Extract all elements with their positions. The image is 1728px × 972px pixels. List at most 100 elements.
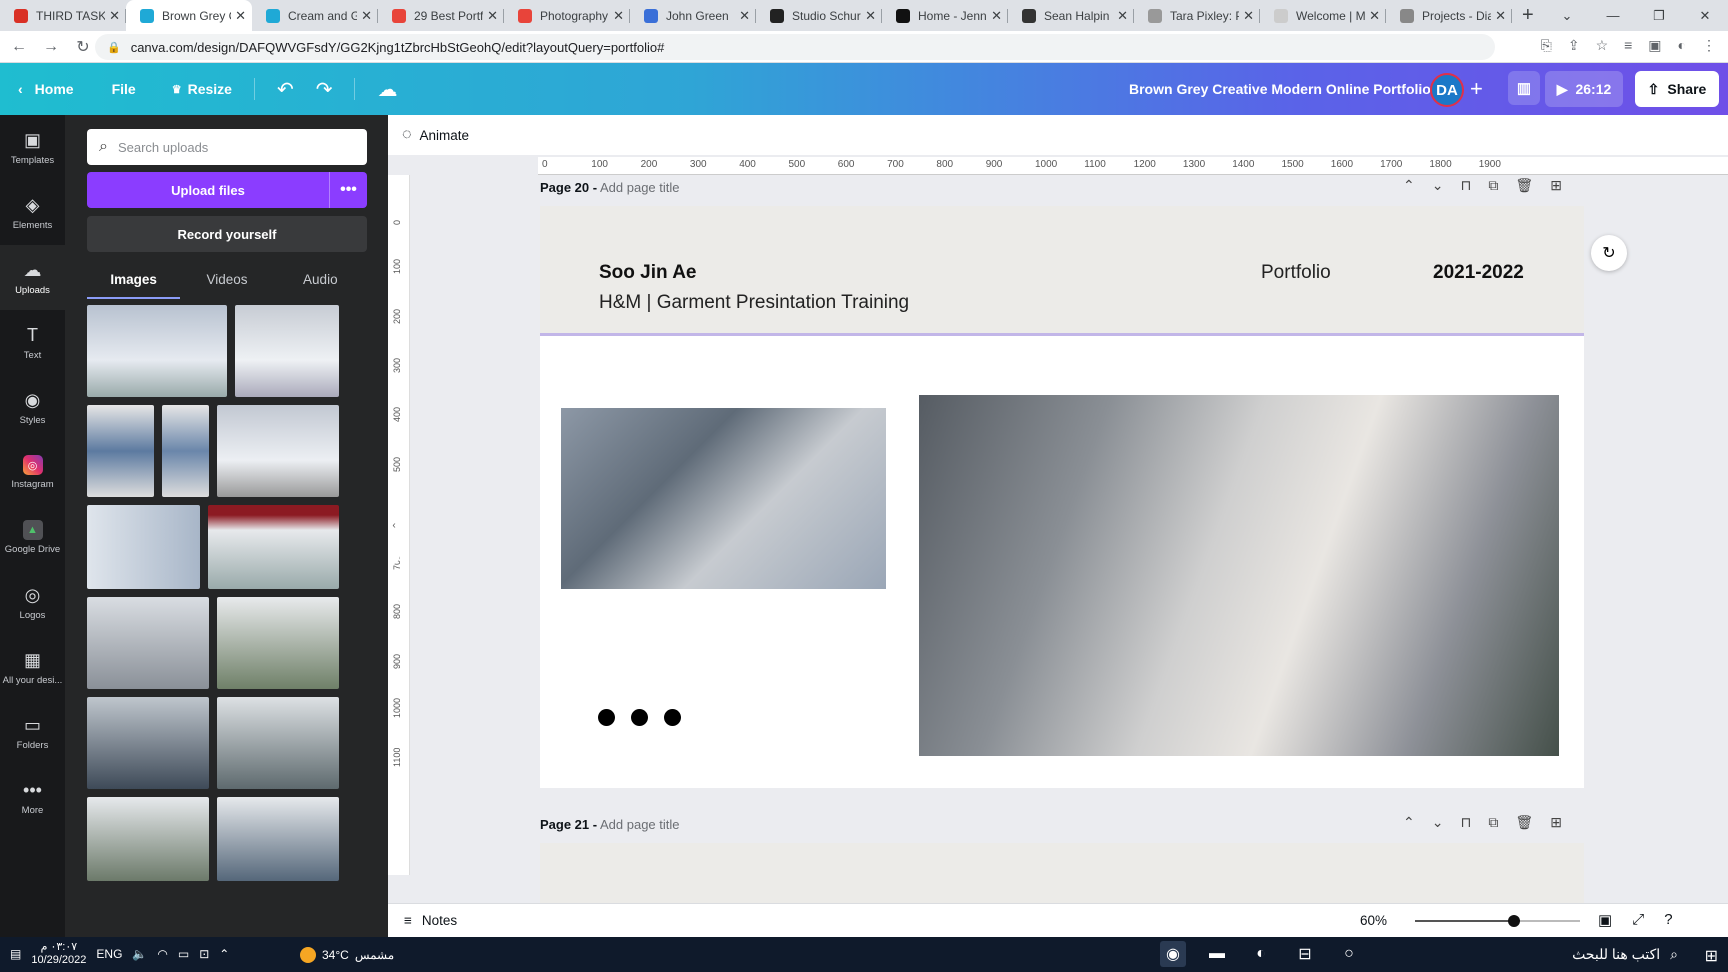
insights-icon[interactable]: ▥ <box>1508 71 1540 105</box>
rail-item-templates[interactable]: ▣ Templates <box>0 115 65 180</box>
browser-tab[interactable]: 29 Best Portf ✕ <box>378 0 504 31</box>
rail-item-text[interactable]: T Text <box>0 310 65 375</box>
delete-page-icon[interactable]: 🗑 <box>1515 814 1533 831</box>
close-tab-icon[interactable]: ✕ <box>865 8 876 24</box>
upload-thumbnail[interactable] <box>87 597 209 689</box>
browser-tab[interactable]: Brown Grey C ✕ <box>126 0 252 31</box>
browser-tab[interactable]: Sean Halpin ✕ <box>1008 0 1134 31</box>
close-tab-icon[interactable]: ✕ <box>991 8 1002 24</box>
new-tab-button[interactable]: + <box>1512 0 1544 31</box>
design-page-20[interactable]: Soo Jin Ae H&M | Garment Presintation Tr… <box>540 206 1584 788</box>
upload-thumbnail[interactable] <box>87 697 209 789</box>
training-photo[interactable] <box>561 408 886 589</box>
redo-icon[interactable]: ↷ <box>316 77 333 102</box>
chevron-up-icon[interactable]: ⌃ <box>219 947 229 961</box>
more-options-icon[interactable]: ••• <box>329 172 367 208</box>
notes-icon[interactable]: ≡ <box>404 913 412 928</box>
move-down-icon[interactable]: ⌄ <box>1432 814 1444 831</box>
rail-item-logos[interactable]: ◎ Logos <box>0 570 65 635</box>
reload-icon[interactable]: ↻ <box>70 37 96 57</box>
mannequins-photo[interactable] <box>919 395 1559 756</box>
upload-thumbnail[interactable] <box>162 405 209 497</box>
page-title-field[interactable]: Add page title <box>600 180 680 195</box>
task-view-icon[interactable]: ⊟ <box>1292 941 1318 967</box>
rail-item-styles[interactable]: ◉ Styles <box>0 375 65 440</box>
taskbar-search[interactable]: اكتب هنا للبحث ⌕ <box>1440 937 1728 972</box>
close-window-button[interactable]: ✕ <box>1682 8 1728 24</box>
upload-thumbnail[interactable] <box>217 405 339 497</box>
upload-thumbnail[interactable] <box>235 305 339 397</box>
close-tab-icon[interactable]: ✕ <box>1495 8 1506 24</box>
design-title[interactable]: Brown Grey Creative Modern Online Portfo… <box>1129 81 1431 97</box>
duplicate-page-icon[interactable]: ⧉ <box>1488 177 1498 194</box>
upload-thumbnail[interactable] <box>87 797 209 881</box>
rail-item-uploads[interactable]: ☁ Uploads <box>0 245 65 310</box>
rail-item-elements[interactable]: ◈ Elements <box>0 180 65 245</box>
browser-tab[interactable]: Studio Schurk ✕ <box>756 0 882 31</box>
lock-page-icon[interactable]: ⊓ <box>1460 177 1471 194</box>
zoom-slider-knob[interactable] <box>1508 915 1520 927</box>
upload-thumbnail[interactable] <box>217 697 339 789</box>
lock-page-icon[interactable]: ⊓ <box>1460 814 1471 831</box>
windows-start-icon[interactable]: ⊞ <box>1705 946 1718 966</box>
weather-widget[interactable]: 34°C مشمس <box>300 947 394 963</box>
close-tab-icon[interactable]: ✕ <box>487 8 498 24</box>
rail-item-instagram[interactable]: ◎ Instagram <box>0 440 65 505</box>
cortana-icon[interactable]: ○ <box>1336 941 1362 967</box>
rail-item-more[interactable]: ••• More <box>0 765 65 830</box>
file-explorer-icon[interactable]: ▬ <box>1204 941 1230 967</box>
browser-tab[interactable]: Tara Pixley: P ✕ <box>1134 0 1260 31</box>
notes-button[interactable]: Notes <box>422 913 457 928</box>
move-up-icon[interactable]: ⌃ <box>1403 814 1415 831</box>
years-label[interactable]: 2021-2022 <box>1433 262 1524 284</box>
cloud-saved-icon[interactable]: ☁ <box>377 77 397 102</box>
network-icon[interactable]: ⊡ <box>199 947 209 961</box>
search-input[interactable]: ⌕ Search uploads <box>87 129 367 165</box>
close-tab-icon[interactable]: ✕ <box>1243 8 1254 24</box>
clock[interactable]: ٠٣:٠٧ م 10/29/2022 <box>31 941 86 967</box>
page-grid-icon[interactable]: ▣ <box>1598 911 1612 929</box>
undo-icon[interactable]: ↶ <box>277 77 294 102</box>
move-up-icon[interactable]: ⌃ <box>1403 177 1415 194</box>
resize-button[interactable]: ♛ Resize <box>172 81 232 97</box>
tab-images[interactable]: Images <box>87 265 181 299</box>
add-page-icon[interactable]: ⊞ <box>1550 177 1562 194</box>
upload-thumbnail[interactable] <box>208 505 339 589</box>
rail-item-all-your-desi[interactable]: ▦ All your desi... <box>0 635 65 700</box>
upload-thumbnail[interactable] <box>217 597 339 689</box>
forward-icon[interactable]: → <box>38 38 64 56</box>
add-page-icon[interactable]: ⊞ <box>1550 814 1562 831</box>
browser-tab[interactable]: THIRD TASK ✕ <box>0 0 126 31</box>
minimize-button[interactable]: — <box>1590 8 1636 23</box>
browser-tab[interactable]: Home - Jenn ✕ <box>882 0 1008 31</box>
present-button[interactable]: ▶ 26:12 <box>1545 71 1623 107</box>
bookmark-star-icon[interactable]: ☆ <box>1596 37 1609 54</box>
share-page-icon[interactable]: ⇪ <box>1568 37 1580 54</box>
upload-thumbnail[interactable] <box>217 797 339 881</box>
media-icon[interactable]: ≡ <box>1624 37 1632 54</box>
save-page-icon[interactable]: ⎘ <box>1541 37 1552 54</box>
close-tab-icon[interactable]: ✕ <box>1117 8 1128 24</box>
browser-tab[interactable]: Projects - Dia ✕ <box>1386 0 1512 31</box>
collapse-panel-handle[interactable]: ‹ <box>388 485 400 565</box>
volume-icon[interactable]: 🔈 <box>132 947 147 961</box>
close-tab-icon[interactable]: ✕ <box>1369 8 1380 24</box>
magic-refresh-icon[interactable]: ↻ <box>1591 235 1627 271</box>
tab-search-icon[interactable]: ⌄ <box>1544 8 1590 24</box>
notifications-icon[interactable]: ▤ <box>10 947 21 961</box>
browser-tab[interactable]: John Green ✕ <box>630 0 756 31</box>
animate-button[interactable]: Animate <box>420 128 470 143</box>
animate-icon[interactable]: ◌ <box>402 126 412 144</box>
rail-item-google-drive[interactable]: ▲ Google Drive <box>0 505 65 570</box>
delete-page-icon[interactable]: 🗑 <box>1515 177 1533 194</box>
back-icon[interactable]: ← <box>6 38 32 56</box>
record-yourself-button[interactable]: Record yourself <box>87 216 367 252</box>
browser-menu-icon[interactable]: ⋮ <box>1702 37 1716 54</box>
display-icon[interactable]: ▭ <box>178 947 189 961</box>
page-title-field[interactable]: Add page title <box>600 817 680 832</box>
decorative-dots[interactable] <box>598 709 681 726</box>
sidepanel-icon[interactable]: ▣ <box>1648 37 1661 54</box>
upload-thumbnail[interactable] <box>87 305 227 397</box>
share-button[interactable]: ⇧ Share <box>1635 71 1719 107</box>
rail-item-folders[interactable]: ▭ Folders <box>0 700 65 765</box>
